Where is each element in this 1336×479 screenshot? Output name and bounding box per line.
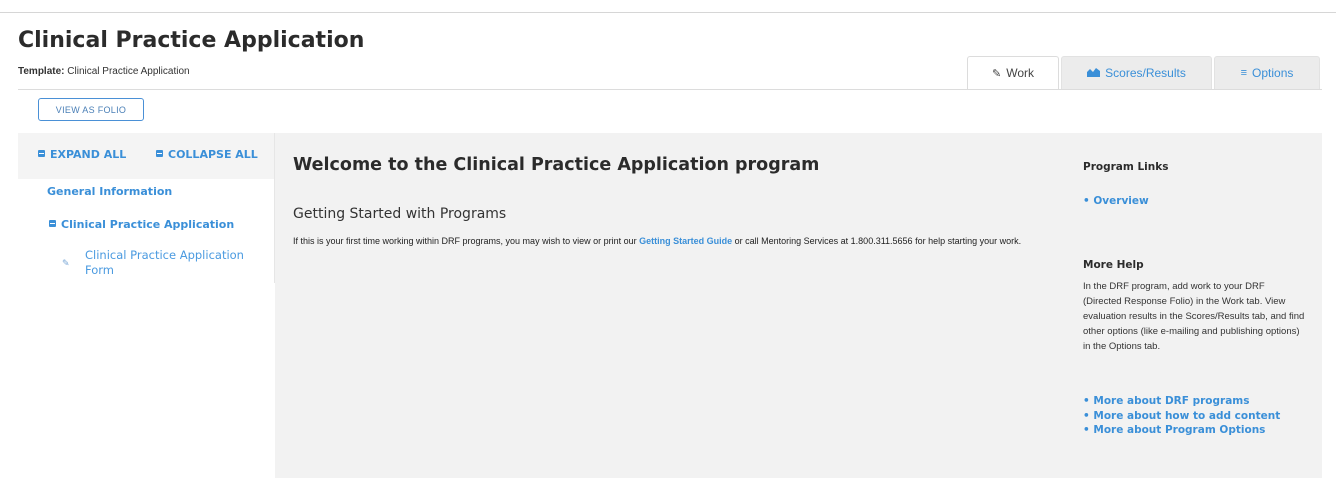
collapse-all-button[interactable]: COLLAPSE ALL — [156, 148, 258, 161]
view-as-folio-button[interactable]: VIEW AS FOLIO — [38, 98, 144, 121]
sidebar: EXPAND ALL COLLAPSE ALL General Informat… — [18, 133, 275, 283]
collapse-square-icon — [49, 220, 56, 227]
template-label: Template: — [18, 66, 65, 77]
overview-link-label: Overview — [1093, 195, 1149, 207]
program-links-heading: Program Links — [1083, 161, 1169, 173]
page-title: Clinical Practice Application — [18, 28, 365, 53]
more-help-text: In the DRF program, add work to your DRF… — [1083, 281, 1305, 352]
template-info: Template: Clinical Practice Application — [18, 66, 190, 77]
para-text-pre: If this is your first time working withi… — [293, 236, 640, 246]
minus-square-icon — [156, 150, 163, 157]
getting-started-guide-link[interactable]: Getting Started Guide — [639, 236, 732, 246]
main-panel: Welcome to the Clinical Practice Applica… — [275, 133, 1322, 478]
top-divider — [0, 12, 1336, 13]
more-help-links: • More about DRF programs • More about h… — [1083, 394, 1308, 438]
edit-icon: ✎ — [992, 67, 1002, 80]
sidebar-item-clinical-practice-application[interactable]: Clinical Practice Application — [49, 218, 234, 231]
expand-all-label: EXPAND ALL — [50, 148, 127, 161]
overview-link[interactable]: • Overview — [1083, 195, 1149, 207]
more-help-heading: More Help — [1083, 259, 1144, 271]
minus-square-icon — [38, 150, 45, 157]
getting-started-heading: Getting Started with Programs — [293, 206, 507, 222]
sidebar-header: EXPAND ALL COLLAPSE ALL — [18, 133, 274, 179]
tab-options[interactable]: ≡ Options — [1214, 56, 1320, 90]
sidebar-item-clinical-practice-application-form[interactable]: ✎ Clinical Practice Application Form — [62, 248, 266, 278]
para-text-post: or call Mentoring Services at 1.800.311.… — [732, 236, 1022, 246]
tab-scores-results[interactable]: Scores/Results — [1061, 56, 1212, 90]
more-about-program-options-link[interactable]: • More about Program Options — [1083, 423, 1308, 438]
link-label: More about DRF programs — [1093, 395, 1250, 407]
expand-all-button[interactable]: EXPAND ALL — [38, 148, 126, 161]
tab-work-label: Work — [1006, 66, 1034, 80]
tab-work[interactable]: ✎ Work — [967, 56, 1059, 90]
link-label: More about how to add content — [1093, 409, 1281, 422]
bars-icon: ≡ — [1240, 67, 1248, 79]
tab-scores-label: Scores/Results — [1105, 66, 1186, 80]
collapse-all-label: COLLAPSE ALL — [168, 148, 258, 161]
sidebar-item-general-information[interactable]: General Information — [47, 185, 172, 198]
more-about-drf-link[interactable]: • More about DRF programs — [1083, 394, 1308, 409]
welcome-heading: Welcome to the Clinical Practice Applica… — [293, 155, 820, 175]
sidebar-item-label: Clinical Practice Application Form — [85, 248, 244, 277]
area-chart-icon — [1087, 67, 1101, 80]
more-about-add-content-link[interactable]: • More about how to add content — [1083, 409, 1308, 424]
tab-options-label: Options — [1252, 66, 1294, 80]
link-label: More about Program Options — [1093, 424, 1266, 436]
sidebar-item-label: Clinical Practice Application — [61, 218, 235, 231]
getting-started-paragraph: If this is your first time working withi… — [293, 234, 1083, 249]
template-value: Clinical Practice Application — [67, 66, 190, 77]
form-icon: ✎ — [62, 259, 70, 269]
